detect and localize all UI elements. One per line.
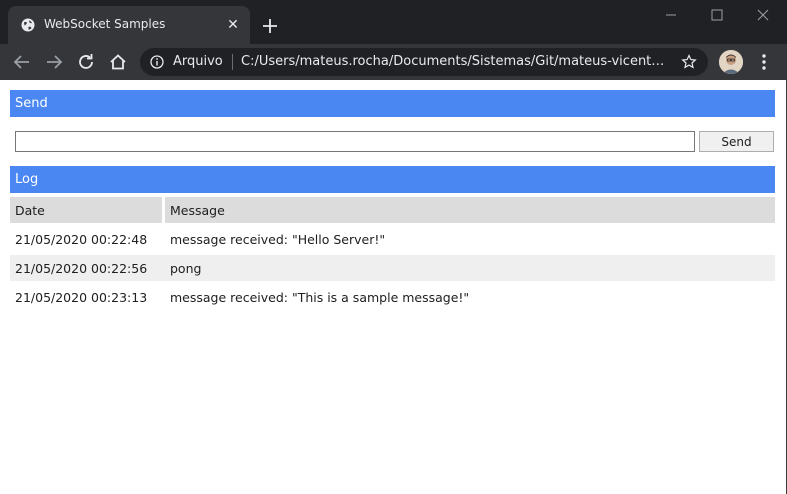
log-table-header-row: Date Message: [10, 197, 775, 223]
reload-icon[interactable]: [72, 48, 100, 76]
back-arrow-icon[interactable]: [8, 48, 36, 76]
url-text[interactable]: C:/Users/mateus.rocha/Documents/Sistemas…: [241, 54, 669, 69]
log-date-cell: 21/05/2020 00:23:13: [15, 289, 148, 305]
table-row: 21/05/2020 00:22:48 message received: "H…: [10, 226, 775, 252]
log-section-header: Log: [10, 166, 775, 193]
site-info-label[interactable]: Arquivo: [173, 54, 223, 69]
minimize-icon[interactable]: [648, 0, 694, 30]
new-tab-plus-icon[interactable]: [258, 14, 282, 38]
maximize-icon[interactable]: [694, 0, 740, 30]
log-date-cell: 21/05/2020 00:22:48: [15, 231, 148, 247]
kebab-menu-icon[interactable]: [752, 48, 776, 76]
profile-avatar-icon[interactable]: [719, 50, 743, 74]
table-row: 21/05/2020 00:23:13 message received: "T…: [10, 284, 775, 310]
globe-icon: [21, 18, 35, 32]
log-date-cell: 21/05/2020 00:22:56: [10, 255, 165, 281]
table-row: 21/05/2020 00:22:56 pong: [10, 255, 775, 281]
log-table: Date Message 21/05/2020 00:22:48 message…: [10, 194, 775, 313]
tab-websocket-samples[interactable]: WebSocket Samples ✕: [8, 6, 250, 44]
person-icon: [719, 50, 743, 74]
column-header-date: Date: [10, 197, 165, 223]
browser-window-chrome: WebSocket Samples ✕ Arquivo C:/Users/mat…: [0, 0, 787, 80]
send-button[interactable]: Send: [699, 131, 774, 152]
bookmark-star-icon[interactable]: [681, 54, 697, 70]
window-close-icon[interactable]: [740, 0, 786, 30]
address-bar[interactable]: Arquivo C:/Users/mateus.rocha/Documents/…: [140, 48, 708, 76]
log-message-cell: pong: [165, 255, 775, 281]
log-message-cell: message received: "Hello Server!": [170, 231, 386, 247]
info-icon[interactable]: [150, 55, 164, 69]
tab-strip: WebSocket Samples ✕: [0, 0, 787, 44]
column-header-message: Message: [165, 197, 775, 223]
tab-title: WebSocket Samples: [44, 17, 166, 31]
browser-toolbar: Arquivo C:/Users/mateus.rocha/Documents/…: [0, 44, 787, 80]
message-input[interactable]: [15, 131, 695, 152]
forward-arrow-icon[interactable]: [40, 48, 68, 76]
log-message-cell: message received: "This is a sample mess…: [170, 289, 470, 305]
send-section-header: Send: [10, 90, 775, 117]
close-tab-icon[interactable]: ✕: [224, 16, 242, 34]
home-icon[interactable]: [104, 48, 132, 76]
page-content: Send Send Log Date Message 21/05/2020 00…: [0, 80, 787, 494]
address-separator: [232, 54, 233, 70]
